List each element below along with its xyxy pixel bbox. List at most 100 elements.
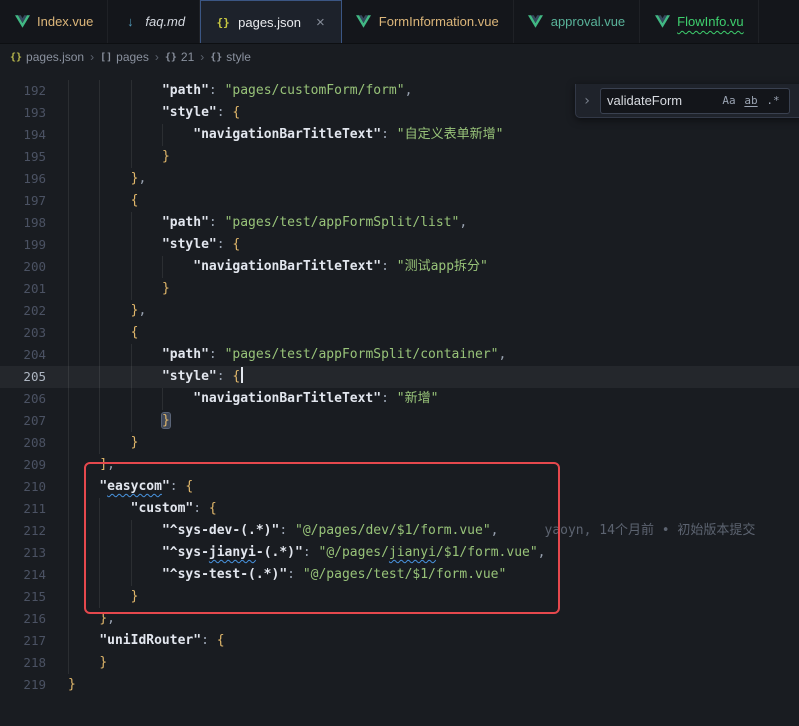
code-line[interactable]: 212 "^sys-dev-(.*)": "@/pages/dev/$1/for…	[0, 520, 799, 542]
tab-faq-md[interactable]: ↓faq.md	[108, 0, 200, 43]
line-number: 214	[0, 564, 68, 586]
code-token: "navigationBarTitleText"	[193, 259, 381, 274]
code-line[interactable]: 204 "path": "pages/test/appFormSplit/con…	[0, 344, 799, 366]
code-text: }	[68, 410, 170, 432]
whole-word-toggle[interactable]: ab	[741, 91, 761, 111]
line-number: 207	[0, 410, 68, 432]
code-token: "	[162, 479, 170, 494]
indent-guide	[99, 300, 130, 322]
close-icon[interactable]: ×	[314, 14, 327, 31]
code-line[interactable]: 207 }	[0, 410, 799, 432]
line-number: 216	[0, 608, 68, 630]
indent-guide	[68, 630, 99, 652]
breadcrumb-item-pages[interactable]: []pages	[100, 50, 149, 64]
indent-guide	[131, 146, 162, 168]
symbol-icon: []	[100, 52, 112, 63]
code-token: -(.*)"	[256, 545, 303, 560]
code-text: }	[68, 432, 138, 454]
code-text: },	[68, 300, 146, 322]
text-cursor	[241, 367, 243, 383]
breadcrumb-label: style	[226, 50, 251, 64]
indent-guide	[99, 564, 130, 586]
tab-approval-vue[interactable]: approval.vue	[514, 0, 640, 43]
code-line[interactable]: 214 "^sys-test-(.*)": "@/pages/test/$1/f…	[0, 564, 799, 586]
code-token: "新增"	[397, 391, 439, 406]
find-input[interactable]	[607, 93, 717, 108]
indent-guide	[131, 520, 162, 542]
code-token: :	[201, 633, 217, 648]
code-line[interactable]: 195 }	[0, 146, 799, 168]
code-line[interactable]: 194 "navigationBarTitleText": "自定义表单新增"	[0, 124, 799, 146]
find-expand-chevron-icon[interactable]: ›	[580, 93, 594, 109]
code-token: "自定义表单新增"	[397, 127, 504, 142]
code-token: "测试app拆分"	[397, 259, 488, 274]
line-number: 217	[0, 630, 68, 652]
code-line[interactable]: 215 }	[0, 586, 799, 608]
indent-guide	[131, 212, 162, 234]
indent-guide	[99, 168, 130, 190]
indent-guide	[131, 344, 162, 366]
match-case-toggle[interactable]: Aa	[719, 91, 739, 111]
code-token: }	[162, 149, 170, 164]
vue-icon	[356, 15, 372, 28]
code-line[interactable]: 203 {	[0, 322, 799, 344]
code-line[interactable]: 208 }	[0, 432, 799, 454]
code-line[interactable]: 218 }	[0, 652, 799, 674]
code-token: :	[303, 545, 319, 560]
tab-pages-json[interactable]: {}pages.json×	[200, 0, 342, 43]
indent-guide	[131, 234, 162, 256]
indent-guide	[162, 256, 193, 278]
code-text: },	[68, 608, 115, 630]
tab-label: pages.json	[238, 15, 301, 30]
code-line[interactable]: 213 "^sys-jianyi-(.*)": "@/pages/jianyi/…	[0, 542, 799, 564]
indent-guide	[131, 388, 162, 410]
tab-flowinfo-vu[interactable]: FlowInfo.vu	[640, 0, 758, 43]
tab-label: FlowInfo.vu	[677, 14, 743, 29]
tab-label: Index.vue	[37, 14, 93, 29]
code-line[interactable]: 196 },	[0, 168, 799, 190]
code-line[interactable]: 205 "style": {	[0, 366, 799, 388]
code-text: },	[68, 168, 146, 190]
spellcheck-squiggle-token: jianyi	[389, 545, 436, 560]
code-line[interactable]: 202 },	[0, 300, 799, 322]
markdown-icon: ↓	[122, 14, 138, 29]
regex-toggle[interactable]: .*	[763, 91, 783, 111]
code-token: ,	[107, 611, 115, 626]
indent-guide	[68, 124, 99, 146]
code-line[interactable]: 209 ],	[0, 454, 799, 476]
code-token: }	[131, 435, 139, 450]
code-token: :	[381, 391, 397, 406]
code-line[interactable]: 201 }	[0, 278, 799, 300]
code-line[interactable]: 216 },	[0, 608, 799, 630]
code-text: "path": "pages/test/appFormSplit/list",	[68, 212, 467, 234]
breadcrumb-item-21[interactable]: {}21	[165, 50, 194, 64]
editor[interactable]: 192 "path": "pages/customForm/form",193 …	[0, 70, 799, 726]
code-line[interactable]: 211 "custom": {	[0, 498, 799, 520]
tab-index-vue[interactable]: Index.vue	[0, 0, 108, 43]
code-text: "style": {	[68, 234, 240, 256]
code-token: :	[170, 479, 186, 494]
indent-guide	[68, 476, 99, 498]
indent-guide	[68, 102, 99, 124]
line-number: 215	[0, 586, 68, 608]
code-line[interactable]: 197 {	[0, 190, 799, 212]
code-line[interactable]: 199 "style": {	[0, 234, 799, 256]
code-line[interactable]: 219}	[0, 674, 799, 696]
code-token: "@/pages/dev/$1/form.vue"	[295, 523, 491, 538]
breadcrumb-item-pages-json[interactable]: {}pages.json	[10, 50, 84, 64]
code-line[interactable]: 217 "uniIdRouter": {	[0, 630, 799, 652]
tab-forminformation-vue[interactable]: FormInformation.vue	[342, 0, 514, 43]
code-line[interactable]: 206 "navigationBarTitleText": "新增"	[0, 388, 799, 410]
indent-guide	[68, 432, 99, 454]
find-input-wrap: Aaab.*	[600, 88, 790, 114]
code-text: "^sys-test-(.*)": "@/pages/test/$1/form.…	[68, 564, 506, 586]
breadcrumb-item-style[interactable]: {}style	[210, 50, 251, 64]
code-line[interactable]: 210 "easycom": {	[0, 476, 799, 498]
indent-guide	[68, 564, 99, 586]
indent-guide	[99, 212, 130, 234]
code-token: "uniIdRouter"	[99, 633, 201, 648]
code-line[interactable]: 198 "path": "pages/test/appFormSplit/lis…	[0, 212, 799, 234]
line-number: 205	[0, 366, 68, 388]
code-line[interactable]: 200 "navigationBarTitleText": "测试app拆分"	[0, 256, 799, 278]
indent-guide	[99, 102, 130, 124]
